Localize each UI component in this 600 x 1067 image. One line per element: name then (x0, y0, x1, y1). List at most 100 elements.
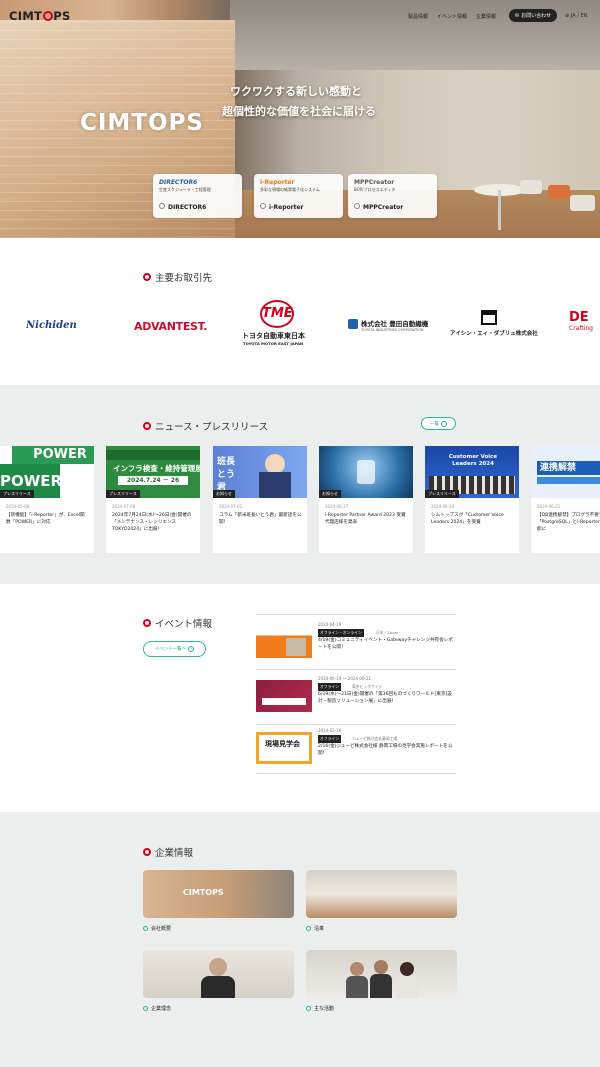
toyoda-en: TOYOTA INDUSTRIES CORPORATION (361, 328, 424, 332)
news-card[interactable]: お知らせ 2024-06-27 i-Reporter Partner Award… (319, 446, 413, 553)
language-switcher[interactable]: ⊕ JA / EN (565, 13, 587, 19)
news-title: コラム「新米班長いとう君」最新話を公開！ (219, 513, 302, 526)
news-card[interactable]: POWER POWER 対応 プレスリリース 2024-05-08 【新機能】「… (0, 446, 94, 553)
company-link-label: 企業理念 (151, 1006, 172, 1012)
news-date: 2024-06-27 (325, 504, 349, 509)
news-thumbnail: お知らせ (319, 446, 413, 498)
link-circle-icon (143, 1006, 148, 1011)
news-thumbnail: 班長 とう君 お知らせ (213, 446, 307, 498)
news-thumbnail: インフラ検査・維持管理展 2024.7.24 － 26 プレスリリース (106, 446, 200, 498)
events-more-button[interactable]: イベント一覧へ › (143, 641, 206, 657)
event-divider (256, 773, 456, 774)
hero-furniture-illustration (474, 180, 595, 230)
logo-ring-icon (42, 11, 53, 21)
company-card-activities[interactable]: 主な活動 (306, 950, 457, 1012)
hero-banner: CIMTOPS ワクワクする新しい感動と 超個性的な価値を社会に届ける DIRE… (0, 0, 600, 238)
language-label: JA / EN (570, 13, 588, 19)
toyota-east-name: トヨタ自動車東日本 (242, 332, 305, 340)
section-dot-icon (143, 273, 151, 281)
news-card[interactable]: Customer Voice Leaders 2024 プレスリリース 2024… (425, 446, 519, 553)
news-more-label: 一覧 (430, 421, 439, 427)
product-card-director6[interactable]: DIRECTOR6 生産スケジューラ・工程管理 DIRECTOR6 (153, 174, 242, 218)
news-date: 2024-05-08 (6, 504, 30, 509)
mppcreator-logo: MPPCreator (354, 179, 395, 186)
contact-button[interactable]: ✉ お問い合わせ (509, 9, 557, 22)
news-title: 【新機能】「i-Reporter」が、Excel関数「POWER」に対応 (6, 513, 85, 526)
nav-products[interactable]: 製品情報 (408, 13, 428, 20)
news-title: シムトップスが「Customer Voice Leaders 2024」を受賞 (431, 513, 504, 526)
toyoda-name: 株式会社 豊田自動織機 (361, 320, 429, 328)
site-header: CIMT PS 製品情報 イベント情報 企業情報 ✉ お問い合わせ ⊕ JA / … (0, 0, 600, 30)
news-title: 【DB連携解禁】プログラ不要で「PostgreSQL」とi-Reporter」が… (537, 513, 600, 533)
event-type-tag: オフライン・オンライン (318, 629, 364, 637)
ireporter-logo: i-Reporter (260, 179, 295, 186)
news-date: 2024-07-08 (112, 504, 136, 509)
company-card-overview[interactable]: CIMTOPS 会社概要 (143, 870, 294, 932)
news-more-button[interactable]: 一覧 › (421, 417, 456, 430)
event-divider (256, 614, 456, 615)
news-category: プレスリリース (0, 490, 34, 498)
award-trophy-icon (357, 460, 375, 484)
product-card-ireporter[interactable]: i-Reporter 多彩な現場の帳票電子化システム i-Reporter (254, 174, 343, 218)
company-link: 沿革 (306, 925, 457, 932)
event-item[interactable]: 2024-04-19 オフライン・オンライン 日本／Zoom 4/19(金)コミ… (256, 622, 456, 668)
clients-title: 主要お取引先 (155, 273, 213, 284)
product-subtitle: 生産スケジューラ・工程管理 (159, 187, 211, 192)
news-category: お知らせ (213, 490, 235, 498)
news-date: 2024-06-21 (537, 504, 561, 509)
news-card[interactable]: 連携解禁 2024-06-21 【DB連携解禁】プログラ不要で「PostgreS… (531, 446, 600, 553)
client-logo-nichiden: Nichiden (26, 320, 77, 331)
events-more-label: イベント一覧へ (154, 647, 187, 652)
section-dot-icon (143, 422, 151, 430)
company-philosophy-image (143, 950, 294, 998)
arrow-right-icon: › (441, 420, 447, 427)
toyota-east-en: TOYOTA MOTOR EAST JAPAN (243, 341, 304, 346)
link-circle-icon (143, 926, 148, 931)
news-thumbnail: 連携解禁 (531, 446, 600, 498)
event-title: 4/19(金)コミュニティイベント・Gatewayチャレンジ共有会レポートを公開… (318, 638, 453, 651)
company-link: 会社概要 (143, 925, 294, 932)
company-link: 主な活動 (306, 1005, 457, 1012)
news-card[interactable]: インフラ検査・維持管理展 2024.7.24 － 26 プレスリリース 2024… (106, 446, 200, 553)
news-card[interactable]: 班長 とう君 お知らせ 2024-07-01 コラム「新米班長いとう君」最新話を… (213, 446, 307, 553)
events-title: イベント情報 (155, 619, 213, 630)
news-thumb-text: 班長 とう君 (217, 457, 236, 493)
nav-events[interactable]: イベント情報 (437, 13, 467, 20)
company-card-philosophy[interactable]: 企業理念 (143, 950, 294, 1012)
product-name: i-Reporter (260, 203, 304, 211)
event-type-tag: オフライン (318, 735, 341, 743)
hero-brand-sign: CIMTOPS (80, 110, 204, 136)
event-title: 6/19(水)～21日(金)開催の「第36回ものづくりワールド[東京]設計・製造… (318, 692, 452, 705)
section-dot-icon (143, 848, 151, 856)
news-title: 2024年7月24日(水)～26日(金)開催の「メンテナンス・レジリエンス TO… (112, 513, 192, 533)
product-name: DIRECTOR6 (159, 203, 206, 211)
news-date: 2024-07-01 (219, 504, 243, 509)
product-name: MPPCreator (354, 203, 403, 211)
news-thumbnail: POWER POWER 対応 プレスリリース (0, 446, 94, 498)
section-dot-icon (143, 619, 151, 627)
client-logo-toyoda: 株式会社 豊田自動織機 TOYOTA INDUSTRIES CORPORATIO… (348, 318, 438, 338)
event-item[interactable]: 2024-06-19 〜 2024-06-21 オフライン 東京ビッグサイト 6… (256, 676, 456, 722)
company-title: 企業情報 (155, 848, 194, 859)
event-location: 日本／Zoom (376, 629, 399, 635)
client-logo-toyota-east: TME トヨタ自動車東日本 TOYOTA MOTOR EAST JAPAN (242, 300, 316, 350)
nav-company[interactable]: 企業情報 (476, 13, 496, 20)
news-thumb-text: Customer Voice Leaders 2024 (448, 454, 498, 467)
event-item[interactable]: 現場見学会 2024-02-16 オフライン ジューピ株式会社静岡工場 2/16… (256, 728, 456, 774)
clients-section-title: 主要お取引先 (143, 270, 212, 284)
company-activities-image (306, 950, 457, 998)
mail-icon: ✉ (514, 12, 520, 19)
event-type-tag: オフライン (318, 683, 341, 691)
de-name: DE (569, 310, 589, 325)
company-card-history[interactable]: 沿革 (306, 870, 457, 932)
company-link-label: 主な活動 (314, 1006, 335, 1012)
site-logo[interactable]: CIMT PS (9, 9, 71, 23)
hero-tagline-1: ワクワクする新しい感動と (230, 85, 362, 98)
link-circle-icon (306, 1006, 311, 1011)
product-subtitle: 多彩な現場の帳票電子化システム (260, 187, 320, 192)
event-thumbnail (256, 626, 312, 658)
events-section-title: イベント情報 (143, 616, 212, 630)
client-logo-advantest: ADVANTEST. (134, 320, 208, 333)
product-card-mppcreator[interactable]: MPPCreator BOP/プロセスエディタ MPPCreator (348, 174, 437, 218)
client-logo-aisin: アイシン・エィ・ダブリュ株式会社 (450, 310, 542, 340)
